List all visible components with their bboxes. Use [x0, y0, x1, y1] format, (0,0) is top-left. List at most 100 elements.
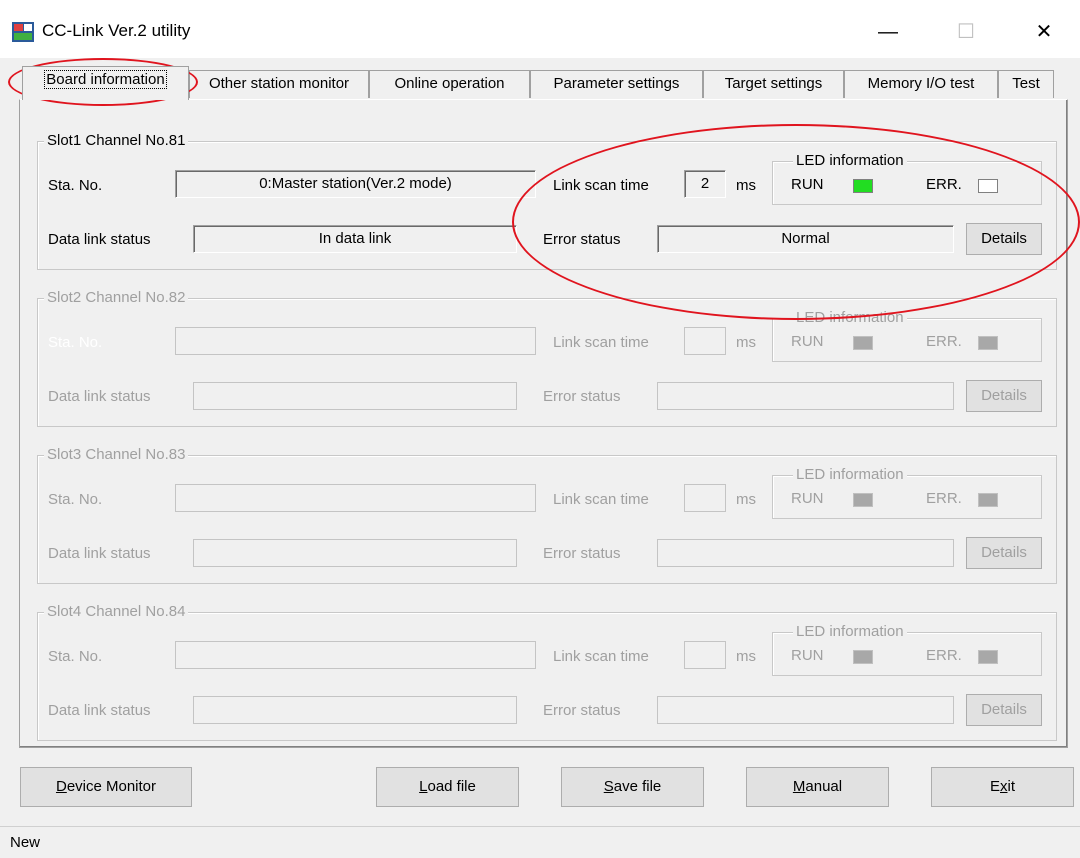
tab-online-operation[interactable]: Online operation — [369, 70, 530, 98]
tab-board-information[interactable]: Board information — [22, 66, 189, 100]
err-led-indicator — [978, 650, 998, 664]
sta-no-field: 0:Master station(Ver.2 mode) — [175, 170, 536, 198]
data-link-status-label: Data link status — [48, 231, 151, 248]
data-link-status-field: In data link — [193, 225, 517, 253]
window-title: CC-Link Ver.2 utility — [42, 21, 191, 40]
error-status-label: Error status — [543, 702, 621, 719]
tab-test[interactable]: Test — [998, 70, 1054, 98]
slot2-group: Slot2 Channel No.82 Sta. No. Data link s… — [37, 289, 1057, 427]
tab-memory-io-test[interactable]: Memory I/O test — [844, 70, 998, 98]
link-scan-time-label: Link scan time — [553, 334, 649, 351]
run-led-indicator — [853, 650, 873, 664]
details-button[interactable]: Details — [966, 223, 1042, 255]
load-file-button[interactable]: Load file — [376, 767, 519, 807]
error-status-label: Error status — [543, 388, 621, 405]
err-led-indicator — [978, 493, 998, 507]
sta-no-label: Sta. No. — [48, 648, 103, 665]
accelerator-key: S — [603, 778, 614, 795]
ms-label: ms — [736, 491, 756, 508]
exit-button[interactable]: Exit — [931, 767, 1074, 807]
ms-label: ms — [736, 334, 756, 351]
details-button[interactable]: Details — [966, 380, 1042, 412]
sta-no-label: Sta. No. — [48, 491, 103, 508]
link-scan-time-field — [684, 641, 726, 669]
button-label: it — [1007, 778, 1016, 795]
slot4-group: Slot4 Channel No.84 Sta. No. Data link s… — [37, 603, 1057, 741]
slot3-group: Slot3 Channel No.83 Sta. No. Data link s… — [37, 446, 1057, 584]
tab-label: Board information — [44, 70, 167, 89]
tab-other-station-monitor[interactable]: Other station monitor — [189, 70, 369, 98]
data-link-status-field — [193, 539, 517, 567]
accelerator-key: M — [792, 778, 806, 795]
tab-parameter-settings[interactable]: Parameter settings — [530, 70, 703, 98]
link-scan-time-label: Link scan time — [553, 648, 649, 665]
status-text: New — [10, 834, 41, 851]
sta-no-label: Sta. No. — [48, 334, 103, 351]
run-led-indicator — [853, 493, 873, 507]
maximize-button[interactable]: ☐ — [936, 10, 996, 54]
err-label: ERR. — [926, 490, 962, 507]
led-info-group: LED information RUN ERR. — [772, 623, 1042, 676]
data-link-status-label: Data link status — [48, 388, 151, 405]
led-info-group: LED information RUN ERR. — [772, 466, 1042, 519]
sta-no-field — [175, 641, 536, 669]
close-button[interactable]: ✕ — [1014, 10, 1074, 54]
run-label: RUN — [791, 333, 824, 350]
minimize-button[interactable]: — — [858, 10, 918, 54]
error-status-field — [657, 539, 954, 567]
details-button[interactable]: Details — [966, 537, 1042, 569]
err-led-indicator — [978, 336, 998, 350]
link-scan-time-field — [684, 327, 726, 355]
accelerator-key: D — [55, 778, 67, 795]
err-label: ERR. — [926, 176, 962, 193]
error-status-label: Error status — [543, 231, 621, 248]
app-icon — [12, 22, 34, 42]
run-label: RUN — [791, 176, 824, 193]
err-label: ERR. — [926, 333, 962, 350]
manual-button[interactable]: Manual — [746, 767, 889, 807]
err-led-indicator — [978, 179, 998, 193]
error-status-field — [657, 696, 954, 724]
led-info-title: LED information — [793, 309, 907, 326]
link-scan-time-field: 2 — [684, 170, 726, 198]
led-info-group: LED information RUN ERR. — [772, 152, 1042, 205]
led-info-title: LED information — [793, 623, 907, 640]
slot1-title: Slot1 Channel No.81 — [44, 132, 189, 149]
data-link-status-field — [193, 696, 517, 724]
accelerator-key: x — [1000, 778, 1008, 795]
details-button[interactable]: Details — [966, 694, 1042, 726]
run-label: RUN — [791, 647, 824, 664]
data-link-status-label: Data link status — [48, 545, 151, 562]
button-label: anual — [805, 778, 843, 795]
error-status-label: Error status — [543, 545, 621, 562]
sta-no-field — [175, 484, 536, 512]
link-scan-time-field — [684, 484, 726, 512]
button-label: oad file — [427, 778, 476, 795]
link-scan-time-label: Link scan time — [553, 177, 649, 194]
save-file-button[interactable]: Save file — [561, 767, 704, 807]
sta-no-field — [175, 327, 536, 355]
led-info-group: LED information RUN ERR. — [772, 309, 1042, 362]
err-label: ERR. — [926, 647, 962, 664]
run-label: RUN — [791, 490, 824, 507]
ms-label: ms — [736, 648, 756, 665]
ms-label: ms — [736, 177, 756, 194]
error-status-field: Normal — [657, 225, 954, 253]
tab-target-settings[interactable]: Target settings — [703, 70, 844, 98]
status-bar — [0, 826, 1080, 858]
led-info-title: LED information — [793, 152, 907, 169]
run-led-indicator — [853, 179, 873, 193]
slot4-title: Slot4 Channel No.84 — [44, 603, 189, 620]
button-label: evice Monitor — [66, 778, 157, 795]
device-monitor-button[interactable]: Device Monitor — [20, 767, 192, 807]
data-link-status-field — [193, 382, 517, 410]
button-label: ave file — [613, 778, 662, 795]
slot1-group: Slot1 Channel No.81 Sta. No. 0:Master st… — [37, 132, 1057, 270]
led-info-title: LED information — [793, 466, 907, 483]
slot2-title: Slot2 Channel No.82 — [44, 289, 189, 306]
button-label: E — [989, 778, 1000, 795]
run-led-indicator — [853, 336, 873, 350]
data-link-status-label: Data link status — [48, 702, 151, 719]
sta-no-label: Sta. No. — [48, 177, 103, 194]
link-scan-time-label: Link scan time — [553, 491, 649, 508]
